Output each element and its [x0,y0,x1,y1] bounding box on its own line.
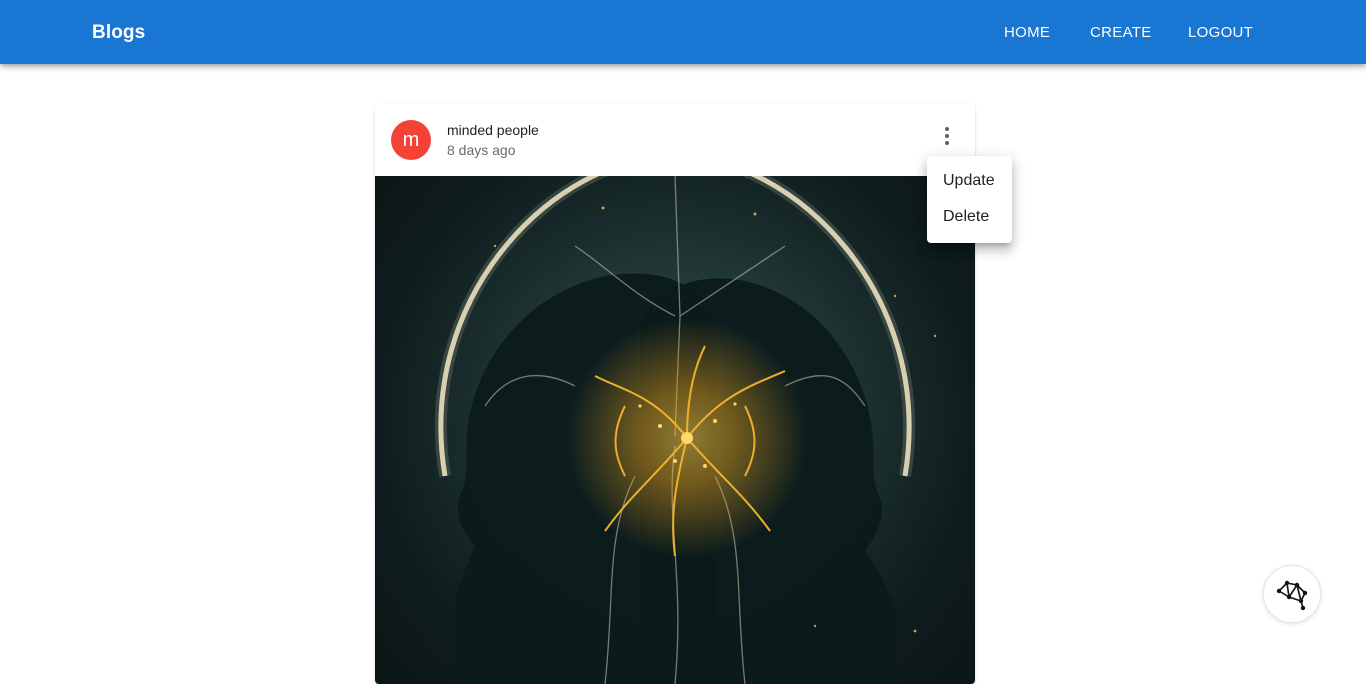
menu-item-delete[interactable]: Delete [943,208,989,226]
post-options-menu: Update Delete [927,156,1012,243]
top-app-bar: Blogs HOME CREATE LOGOUT [0,0,1366,64]
nav-logout-link[interactable]: LOGOUT [1188,24,1253,41]
nav-home-link[interactable]: HOME [1004,24,1050,41]
post-date: 8 days ago [447,142,516,158]
post-image-artwork [375,176,975,684]
network-fab-button[interactable] [1263,565,1321,623]
network-graph-icon [1276,580,1308,611]
avatar: m [391,120,431,160]
post-image [375,176,975,684]
nav-create-link[interactable]: CREATE [1090,24,1152,41]
more-options-button[interactable] [927,116,967,156]
post-card-header: m minded people 8 days ago [375,104,975,176]
more-vert-icon [945,127,949,145]
post-title: minded people [447,122,539,138]
menu-item-update[interactable]: Update [943,172,995,190]
post-card: m minded people 8 days ago [375,104,975,684]
brand-title[interactable]: Blogs [92,22,145,44]
